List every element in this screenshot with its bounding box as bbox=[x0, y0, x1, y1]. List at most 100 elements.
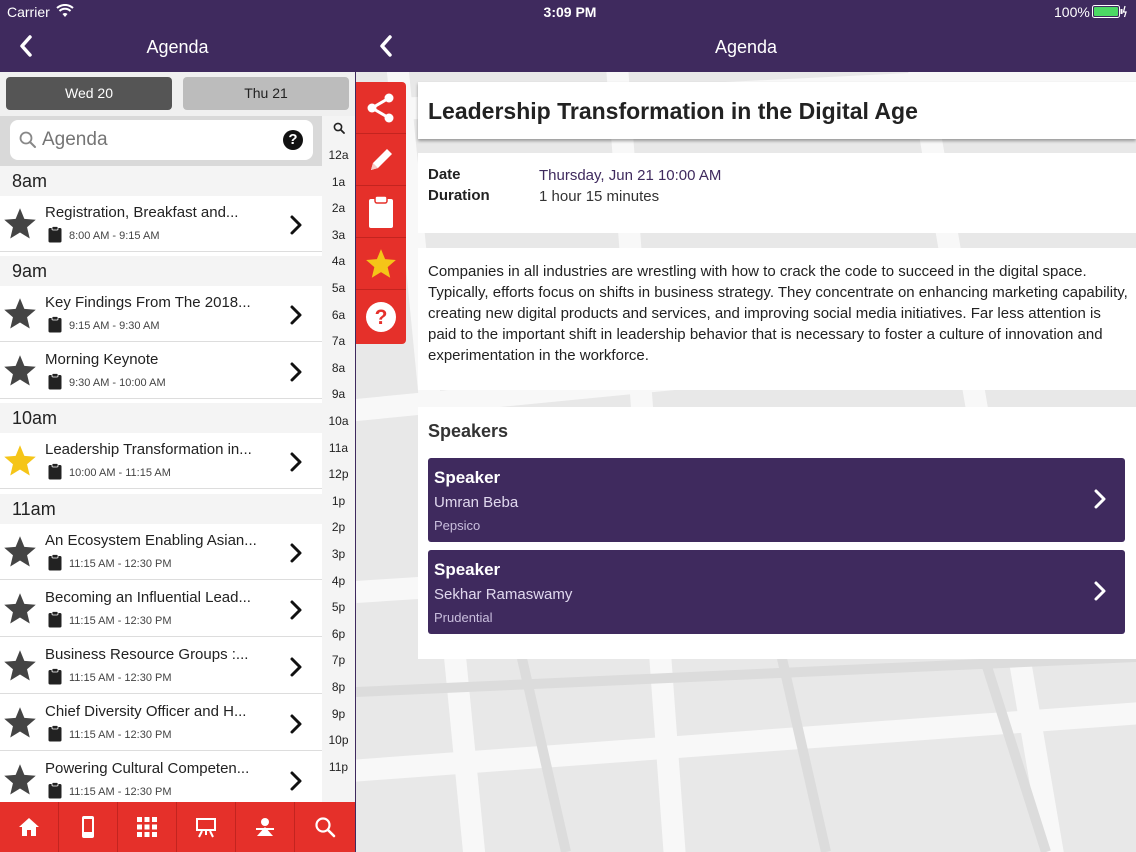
star-icon[interactable] bbox=[2, 353, 38, 389]
search-input[interactable] bbox=[42, 126, 272, 154]
session-row[interactable]: An Ecosystem Enabling Asian... 11:15 AM -… bbox=[0, 524, 322, 580]
index-item[interactable]: 2a bbox=[322, 201, 355, 215]
chevron-right-icon bbox=[290, 657, 302, 677]
speaker-role: Speaker bbox=[434, 468, 501, 487]
speakers-card: Speakers Speaker Umran Beba Pepsico Spea… bbox=[418, 407, 1136, 659]
person-tab-button[interactable] bbox=[236, 802, 295, 852]
session-title: Leadership Transformation in the Digital… bbox=[428, 98, 918, 124]
star-icon bbox=[366, 248, 396, 278]
session-info-card: Date Thursday, Jun 21 10:00 AM Duration … bbox=[418, 153, 1136, 233]
share-button[interactable] bbox=[356, 82, 406, 134]
bottom-tabbar bbox=[0, 802, 355, 852]
index-item[interactable]: 5a bbox=[322, 281, 355, 295]
favorite-button[interactable] bbox=[356, 238, 406, 290]
status-time: 3:09 PM bbox=[543, 4, 597, 20]
date-label: Date bbox=[428, 166, 461, 183]
tab-thu-21[interactable]: Thu 21 bbox=[183, 77, 349, 110]
session-title: Chief Diversity Officer and H... bbox=[45, 703, 247, 720]
left-header-title: Agenda bbox=[146, 37, 209, 57]
session-row[interactable]: Morning Keynote 9:30 AM - 10:00 AM bbox=[0, 343, 322, 399]
index-item[interactable]: 10p bbox=[322, 733, 355, 747]
day-tabs: Wed 20 Thu 21 bbox=[0, 72, 355, 116]
star-icon[interactable] bbox=[2, 296, 38, 332]
star-icon[interactable] bbox=[2, 591, 38, 627]
clipboard-icon bbox=[48, 373, 62, 390]
index-item[interactable]: 11a bbox=[322, 441, 355, 455]
hour-header: 8am bbox=[0, 166, 322, 196]
star-icon[interactable] bbox=[2, 534, 38, 570]
index-search-icon[interactable] bbox=[333, 122, 345, 134]
right-header-title: Agenda bbox=[714, 37, 778, 57]
star-icon[interactable] bbox=[2, 648, 38, 684]
mobile-icon bbox=[82, 816, 94, 838]
session-row[interactable]: Business Resource Groups :... 11:15 AM - … bbox=[0, 638, 322, 694]
session-time: 10:00 AM - 11:15 AM bbox=[69, 467, 171, 479]
index-item[interactable]: 5p bbox=[322, 600, 355, 614]
index-item[interactable]: 12a bbox=[322, 148, 355, 162]
speaker-row-sekhar-ramaswamy[interactable]: Speaker Sekhar Ramaswamy Prudential bbox=[428, 550, 1125, 634]
left-header: Carrier Agenda bbox=[0, 0, 355, 72]
index-item[interactable]: 10a bbox=[322, 414, 355, 428]
clipboard-icon bbox=[48, 554, 62, 571]
description-card: Companies in all industries are wrestlin… bbox=[418, 248, 1136, 390]
search-tab-button[interactable] bbox=[295, 802, 355, 852]
notes-button[interactable] bbox=[356, 134, 406, 186]
search-bar: ? bbox=[0, 116, 322, 166]
session-title-card: Leadership Transformation in the Digital… bbox=[418, 82, 1136, 139]
session-time: 11:15 AM - 12:30 PM bbox=[69, 558, 172, 570]
help-action-button[interactable]: ? bbox=[356, 290, 406, 344]
hour-header: 9am bbox=[0, 256, 322, 286]
star-icon[interactable] bbox=[2, 705, 38, 741]
help-button[interactable]: ? bbox=[283, 130, 303, 150]
index-item[interactable]: 1a bbox=[322, 175, 355, 189]
clipboard-icon bbox=[48, 316, 62, 333]
index-item[interactable]: 7a bbox=[322, 334, 355, 348]
session-title: Registration, Breakfast and... bbox=[45, 204, 239, 221]
chevron-right-icon bbox=[1094, 581, 1106, 601]
mobile-tab-button[interactable] bbox=[59, 802, 118, 852]
presentation-tab-button[interactable] bbox=[177, 802, 236, 852]
home-tab-button[interactable] bbox=[0, 802, 59, 852]
speaker-row-umran-beba[interactable]: Speaker Umran Beba Pepsico bbox=[428, 458, 1125, 542]
tab-wed-20[interactable]: Wed 20 bbox=[6, 77, 172, 110]
session-row[interactable]: Powering Cultural Competen... 11:15 AM - … bbox=[0, 752, 322, 808]
index-item[interactable]: 9a bbox=[322, 387, 355, 401]
index-item[interactable]: 7p bbox=[322, 653, 355, 667]
index-item[interactable]: 1p bbox=[322, 494, 355, 508]
duration-label: Duration bbox=[428, 187, 490, 204]
session-time: 9:15 AM - 9:30 AM bbox=[69, 320, 160, 332]
index-item[interactable]: 4p bbox=[322, 574, 355, 588]
index-item[interactable]: 12p bbox=[322, 467, 355, 481]
index-item[interactable]: 2p bbox=[322, 520, 355, 534]
index-item[interactable]: 8a bbox=[322, 361, 355, 375]
clipboard-icon bbox=[48, 725, 62, 742]
star-icon[interactable] bbox=[2, 762, 38, 798]
speakers-heading: Speakers bbox=[428, 421, 509, 441]
index-item[interactable]: 9p bbox=[322, 707, 355, 721]
date-value[interactable]: Thursday, Jun 21 10:00 AM bbox=[539, 167, 721, 184]
session-row[interactable]: Leadership Transformation in... 10:00 AM … bbox=[0, 433, 322, 489]
session-row[interactable]: Key Findings From The 2018... 9:15 AM - 9… bbox=[0, 286, 322, 342]
index-item[interactable]: 3p bbox=[322, 547, 355, 561]
star-filled-icon[interactable] bbox=[2, 443, 38, 479]
grid-tab-button[interactable] bbox=[118, 802, 177, 852]
index-item[interactable]: 4a bbox=[322, 254, 355, 268]
chevron-right-icon bbox=[290, 771, 302, 791]
index-item[interactable]: 6a bbox=[322, 308, 355, 322]
index-item[interactable]: 3a bbox=[322, 228, 355, 242]
index-item[interactable]: 11p bbox=[322, 760, 355, 774]
index-item[interactable]: 6p bbox=[322, 627, 355, 641]
index-item[interactable]: 8p bbox=[322, 680, 355, 694]
session-title: Key Findings From The 2018... bbox=[45, 294, 251, 311]
session-row[interactable]: Registration, Breakfast and... 8:00 AM - … bbox=[0, 196, 322, 252]
presentation-icon bbox=[196, 818, 216, 838]
speaker-org: Prudential bbox=[434, 610, 493, 625]
person-icon bbox=[256, 818, 274, 836]
session-time: 11:15 AM - 12:30 PM bbox=[69, 615, 172, 627]
session-row[interactable]: Chief Diversity Officer and H... 11:15 AM… bbox=[0, 695, 322, 751]
star-icon[interactable] bbox=[2, 206, 38, 242]
session-title: Powering Cultural Competen... bbox=[45, 760, 250, 777]
session-row[interactable]: Becoming an Influential Lead... 11:15 AM … bbox=[0, 581, 322, 637]
time-index[interactable]: 12a 1a 2a 3a 4a 5a 6a 7a 8a 9a 10a 11a 12p 1p 2p 3p 4p 5p… bbox=[322, 116, 355, 802]
survey-button[interactable] bbox=[356, 186, 406, 238]
